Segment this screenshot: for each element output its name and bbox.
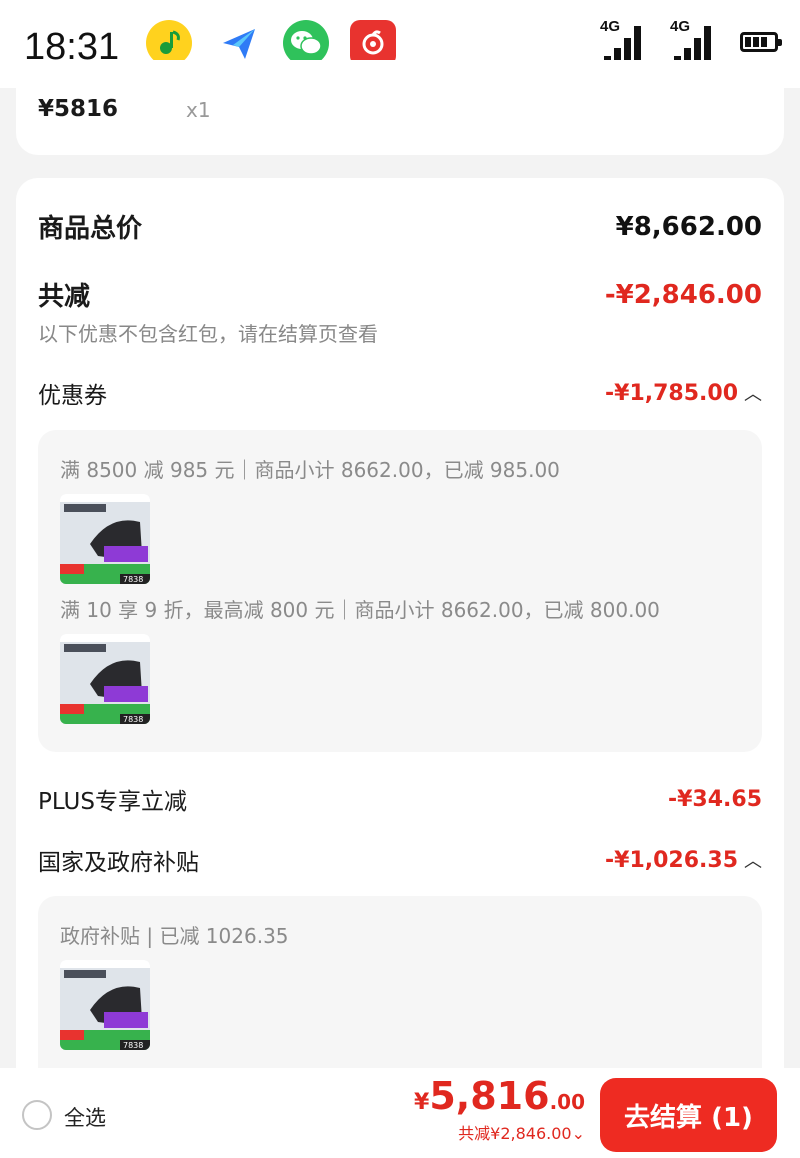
total-summary: ¥5,816.00 共减¥2,846.00⌄: [414, 1074, 585, 1144]
total-discount-row: 共减 -¥2,846.00: [38, 276, 762, 313]
coupon-detail-panel: 满 8500 减 985 元｜商品小计 8662.00，已减 985.00 78…: [38, 430, 762, 752]
svg-text:7838: 7838: [123, 1041, 143, 1050]
item-price: ¥5816: [38, 96, 119, 122]
coupon-row[interactable]: 优惠券 -¥1,785.00 ︿: [38, 376, 762, 410]
select-all-checkbox[interactable]: [22, 1100, 52, 1130]
product-thumbnail: 7838: [60, 960, 150, 1050]
network-type-label: 4G: [600, 18, 621, 35]
network-type-label: 4G: [670, 18, 691, 35]
total-price-value: ¥8,662.00: [615, 211, 762, 242]
product-thumbnail: 7838: [60, 494, 150, 584]
plus-discount-row: PLUS专享立减 -¥34.65: [38, 782, 762, 816]
checkout-bar: 全选 ¥5,816.00 共减¥2,846.00⌄ 去结算 (1): [0, 1068, 800, 1158]
plus-discount-label: PLUS专享立减: [38, 789, 187, 815]
cellular-signal-icon: 4G: [670, 18, 716, 66]
discount-note: 以下优惠不包含红包，请在结算页查看: [38, 322, 378, 346]
total-decimal: .00: [549, 1090, 585, 1114]
price-detail-card: 商品总价 ¥8,662.00 共减 -¥2,846.00 以下优惠不包含红包，请…: [16, 178, 784, 1098]
cellular-signal-icon: 4G: [600, 18, 646, 66]
saved-amount[interactable]: 共减¥2,846.00⌄: [414, 1120, 585, 1144]
svg-text:7838: 7838: [123, 575, 143, 584]
product-card[interactable]: ¥5816 x1: [16, 60, 784, 155]
coupon-label: 优惠券: [38, 383, 107, 409]
gov-subsidy-amount: -¥1,026.35: [605, 847, 738, 873]
select-all-label[interactable]: 全选: [64, 1102, 106, 1132]
total-discount-value: -¥2,846.00: [604, 279, 762, 310]
chevron-down-icon: ⌄: [571, 1124, 585, 1143]
coupon-amount: -¥1,785.00: [605, 380, 738, 406]
coupon-rule-2: 满 10 享 9 折，最高减 800 元｜商品小计 8662.00，已减 800…: [60, 598, 660, 622]
item-quantity: x1: [186, 98, 211, 122]
saved-amount-text: 共减¥2,846.00: [458, 1124, 572, 1143]
chevron-up-icon[interactable]: ︿: [744, 847, 762, 873]
product-thumbnail: 7838: [60, 634, 150, 724]
gov-subsidy-label: 国家及政府补贴: [38, 850, 199, 876]
coupon-value: -¥1,785.00 ︿: [605, 380, 762, 406]
total-discount-label: 共减: [38, 282, 91, 312]
total-price-row: 商品总价 ¥8,662.00: [38, 208, 762, 245]
coupon-rule-1: 满 8500 减 985 元｜商品小计 8662.00，已减 985.00: [60, 458, 560, 482]
chevron-up-icon[interactable]: ︿: [744, 380, 762, 406]
gov-subsidy-rule: 政府补贴 | 已减 1026.35: [60, 924, 289, 948]
currency-symbol: ¥: [414, 1090, 430, 1115]
gov-subsidy-value: -¥1,026.35 ︿: [605, 847, 762, 873]
total-price-label: 商品总价: [38, 214, 143, 244]
total-integer: 5,816: [429, 1074, 550, 1118]
total-price: ¥5,816.00: [414, 1074, 585, 1118]
battery-icon: [740, 32, 782, 52]
svg-text:7838: 7838: [123, 715, 143, 724]
gov-subsidy-row[interactable]: 国家及政府补贴 -¥1,026.35 ︿: [38, 843, 762, 877]
plus-discount-value: -¥34.65: [667, 786, 762, 812]
checkout-button[interactable]: 去结算 (1): [600, 1078, 777, 1152]
